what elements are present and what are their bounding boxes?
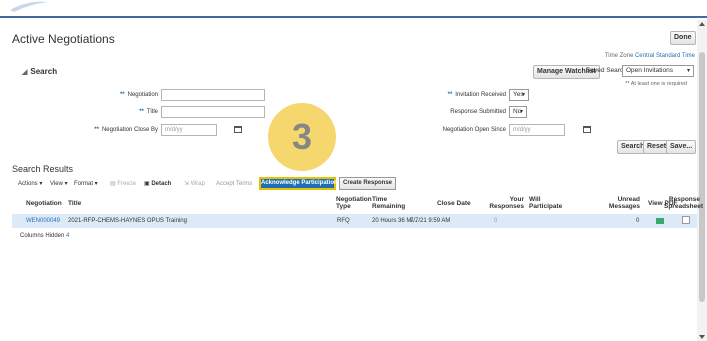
columns-hidden-count[interactable]: 4: [66, 233, 69, 239]
actions-menu[interactable]: Actions ▾: [18, 180, 42, 187]
cell-title: 2021-RFP-CHEMS-HAYNES OPUS Training: [68, 218, 187, 224]
open-since-label: Negotiation Open Since: [442, 127, 506, 133]
col-your-responses[interactable]: Your Responses: [486, 196, 524, 210]
negotiation-label: ** Negotiation: [119, 92, 158, 98]
calendar-icon[interactable]: [234, 126, 242, 133]
col-negotiation[interactable]: Negotiation: [26, 200, 62, 207]
title-label: ** Title: [139, 109, 158, 115]
close-by-input[interactable]: m/d/yy: [161, 124, 217, 136]
chevron-down-icon: ▾: [686, 68, 690, 74]
cell-type: RFQ: [337, 218, 350, 224]
col-title[interactable]: Title: [68, 200, 81, 207]
calendar-icon[interactable]: [583, 126, 591, 133]
required-note: ** At least one is required: [625, 81, 687, 87]
invitation-received-select[interactable]: Yes ▾: [509, 89, 529, 101]
collapse-triangle-icon[interactable]: ◢: [22, 69, 27, 76]
acknowledge-participation-button[interactable]: Acknowledge Participation: [259, 177, 338, 190]
cell-close-date: 7/7/21 9:59 AM: [410, 218, 451, 224]
scrollbar-thumb[interactable]: [699, 52, 705, 302]
save-button[interactable]: Save...: [666, 140, 697, 154]
freeze-button[interactable]: ▤ Freeze: [110, 180, 136, 187]
brand-swoosh-icon: [10, 1, 48, 12]
cell-unread-messages: 0: [636, 218, 640, 224]
scroll-up-icon[interactable]: [699, 22, 705, 26]
columns-hidden: Columns Hidden 4: [20, 233, 70, 239]
cell-your-responses[interactable]: 0: [494, 218, 497, 224]
chevron-down-icon: ▾: [521, 92, 525, 98]
top-banner: [0, 0, 707, 18]
spreadsheet-icon[interactable]: [682, 216, 690, 224]
search-section-toggle[interactable]: ◢ Search: [22, 67, 57, 76]
saved-search-select[interactable]: Open Invitations ▾: [622, 65, 694, 77]
done-button[interactable]: Done: [670, 31, 696, 45]
step-number-marker: 3: [268, 103, 336, 171]
scroll-down-icon[interactable]: [699, 335, 705, 339]
format-menu[interactable]: Format ▾: [74, 180, 98, 187]
time-zone-info: Time Zone Central Standard Time: [605, 53, 695, 59]
view-pdf-icon[interactable]: [656, 218, 664, 224]
detach-button[interactable]: ▣ Detach: [144, 180, 171, 187]
open-since-input[interactable]: m/d/yy: [509, 124, 565, 136]
response-submitted-select[interactable]: No ▾: [509, 106, 527, 118]
saved-search-value: Open Invitations: [626, 67, 673, 74]
search-results-title: Search Results: [12, 164, 74, 174]
wrap-button[interactable]: ⇲ Wrap: [184, 180, 205, 187]
view-menu[interactable]: View ▾: [50, 180, 68, 187]
col-unread-messages[interactable]: Unread Messages: [600, 196, 640, 210]
chevron-down-icon: ▾: [519, 109, 523, 115]
col-close-date[interactable]: Close Date: [437, 200, 471, 207]
search-heading-label: Search: [30, 67, 58, 76]
page-title: Active Negotiations: [12, 32, 115, 46]
response-submitted-label: Response Submitted: [450, 109, 506, 115]
cell-negotiation[interactable]: WEN000049: [26, 218, 60, 224]
col-time-remaining[interactable]: Time Remaining: [372, 196, 412, 210]
time-zone-label: Time Zone: [604, 53, 634, 59]
close-by-label: ** Negotiation Close By: [94, 127, 158, 133]
negotiation-input[interactable]: [161, 89, 265, 101]
accept-terms-button[interactable]: Accept Terms: [216, 178, 252, 190]
invitation-received-label: ** Invitation Received: [447, 92, 506, 98]
col-will-participate[interactable]: Will Participate: [529, 196, 569, 210]
col-negotiation-type[interactable]: Negotiation Type: [336, 196, 376, 210]
saved-search-label: Saved Search: [586, 67, 627, 74]
title-input[interactable]: [161, 106, 265, 118]
vertical-scrollbar[interactable]: [697, 20, 707, 341]
time-zone-value[interactable]: Central Standard Time: [635, 53, 695, 59]
create-response-button[interactable]: Create Response: [339, 177, 397, 190]
col-response-spreadsheet[interactable]: Response Spreadsheet: [664, 196, 703, 210]
